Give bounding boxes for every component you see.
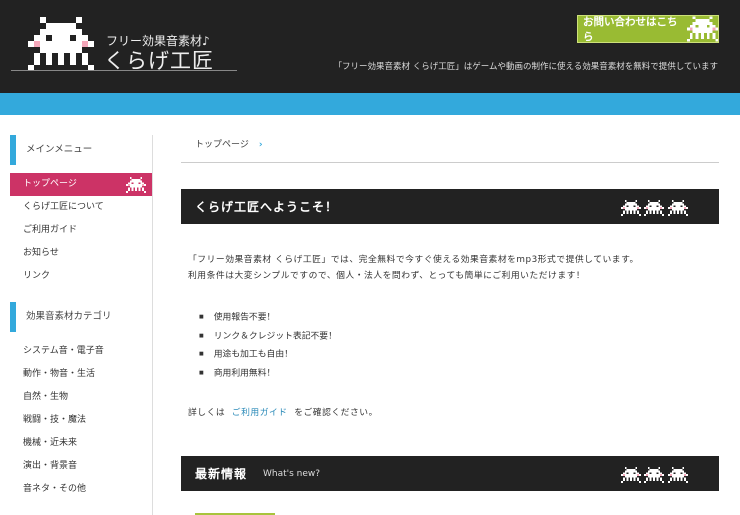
sidebar-item-category[interactable]: 機械・近未来: [10, 432, 152, 455]
sidebar-item-guide[interactable]: ご利用ガイド: [10, 219, 152, 242]
invader-icon: [125, 177, 147, 193]
sidebar-item-category[interactable]: 自然・生物: [10, 386, 152, 409]
main-menu-title: メインメニュー: [10, 135, 152, 165]
sidebar-item-category[interactable]: 音ネタ・その他: [10, 478, 152, 501]
sidebar-item-category[interactable]: 演出・背景音: [10, 455, 152, 478]
guide-pre: 詳しくは: [188, 408, 226, 418]
welcome-heading-bar: くらげ工匠へようこそ！: [181, 189, 719, 224]
sidebar-item-links[interactable]: リンク: [10, 265, 152, 288]
invader-icon: [643, 467, 665, 483]
contact-label: お問い合わせはこちら: [583, 16, 678, 43]
news-heading-bar: 最新情報 What's new?: [181, 456, 719, 491]
sidebar: メインメニュー トップページ くらげ工匠について ご利用ガイド お知らせ リンク…: [10, 135, 153, 515]
sidebar-item-label: トップページ: [23, 179, 77, 189]
list-item: 商用利用無料！: [199, 364, 719, 383]
main-content: トップページ › くらげ工匠へようこそ！ 「フリー効果音素材 くらげ工匠」では、完…: [181, 135, 719, 491]
category-title: 効果音素材カテゴリ: [10, 302, 152, 332]
news-subtitle: What's new?: [263, 468, 321, 479]
list-item: 用途も加工も自由！: [199, 345, 719, 364]
site-tagline: 「フリー効果音素材 くらげ工匠」はゲームや動画の制作に使える効果音素材を無料で提…: [333, 62, 718, 72]
sidebar-item-category[interactable]: システム音・電子音: [10, 340, 152, 363]
sidebar-item-news[interactable]: お知らせ: [10, 242, 152, 265]
breadcrumb: トップページ ›: [181, 135, 719, 163]
logo-underline: [11, 70, 237, 71]
guide-link[interactable]: ご利用ガイド: [232, 408, 288, 418]
news-title: 最新情報: [195, 467, 248, 481]
invader-icon: [643, 200, 665, 216]
sidebar-item-category[interactable]: 戦闘・技・魔法: [10, 409, 152, 432]
sidebar-item-about[interactable]: くらげ工匠について: [10, 196, 152, 219]
guide-text: 詳しくは ご利用ガイド をご確認ください。: [181, 405, 719, 421]
invader-icon: [621, 467, 641, 483]
invader-icon: [621, 200, 641, 216]
intro-text-2: 利用条件は大変シンプルですので、個人・法人を問わず、とっても簡単にご利用いただけ…: [188, 271, 586, 281]
invader-icon: [667, 467, 689, 483]
invader-icon: [687, 16, 718, 42]
site-header: フリー効果音素材♪ くらげ工匠 「フリー効果音素材 くらげ工匠」はゲームや動画の…: [0, 0, 740, 93]
breadcrumb-item[interactable]: トップページ: [195, 140, 249, 150]
invader-icon: [667, 200, 689, 216]
sidebar-item-category[interactable]: 動作・物音・生活: [10, 363, 152, 386]
list-item: 使用報告不要！: [199, 308, 719, 327]
feature-list: 使用報告不要！ リンク＆クレジット表記不要！ 用途も加工も自由！ 商用利用無料！: [181, 308, 719, 382]
welcome-title: くらげ工匠へようこそ！: [195, 200, 339, 214]
sidebar-item-top[interactable]: トップページ: [10, 173, 152, 196]
list-item: リンク＆クレジット表記不要！: [199, 327, 719, 346]
header-band: [0, 93, 740, 115]
guide-post: をご確認ください。: [294, 408, 378, 418]
contact-button[interactable]: お問い合わせはこちら: [577, 15, 719, 43]
intro-text-1: 「フリー効果音素材 くらげ工匠」では、完全無料で今すぐ使える効果音素材をmp3形…: [188, 255, 639, 265]
invader-logo-icon: [28, 17, 94, 71]
chevron-right-icon: ›: [258, 140, 263, 150]
